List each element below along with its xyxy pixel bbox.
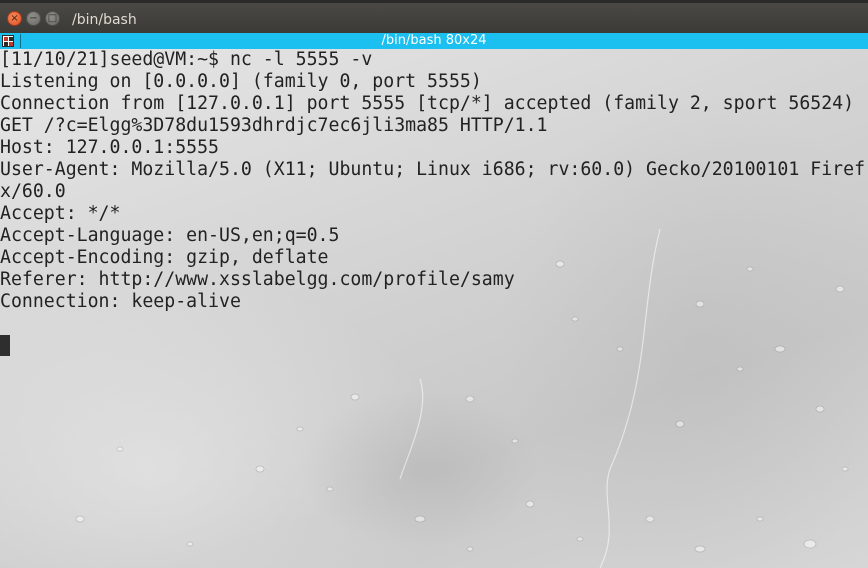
terminal-line: [11/10/21]seed@VM:~$ nc -l 5555 -v: [0, 49, 373, 70]
terminal-line: Accept-Encoding: gzip, deflate: [0, 247, 329, 268]
terminal-area[interactable]: [11/10/21]seed@VM:~$ nc -l 5555 -v Liste…: [0, 49, 868, 568]
terminal-cursor: [0, 335, 10, 356]
terminal-line: GET /?c=Elgg%3D78du1593dhrdjc7ec6jli3ma8…: [0, 115, 548, 136]
terminal-line: User-Agent: Mozilla/5.0 (X11; Ubuntu; Li…: [0, 159, 866, 180]
window-titlebar[interactable]: × − □ /bin/bash: [0, 0, 868, 33]
terminal-output: [11/10/21]seed@VM:~$ nc -l 5555 -v Liste…: [0, 49, 865, 357]
terminal-line: Referer: http://www.xsslabelgg.com/profi…: [0, 269, 515, 290]
terminal-line: Connection from [127.0.0.1] port 5555 [t…: [0, 93, 855, 114]
terminal-line: Host: 127.0.0.1:5555: [0, 137, 219, 158]
terminal-line: Accept-Language: en-US,en;q=0.5: [0, 225, 340, 246]
maximize-icon[interactable]: □: [45, 11, 60, 26]
terminal-line: x/60.0: [0, 181, 66, 202]
close-icon[interactable]: ×: [7, 11, 22, 26]
terminal-line: Listening on [0.0.0.0] (family 0, port 5…: [0, 71, 482, 92]
terminal-line: Accept: */*: [0, 203, 121, 224]
minimize-icon[interactable]: −: [26, 11, 41, 26]
terminal-line: Connection: keep-alive: [0, 291, 241, 312]
cursor-row: [0, 335, 865, 357]
terminal-tab-bar: /bin/bash 80x24: [0, 33, 868, 49]
window-title: /bin/bash: [72, 12, 137, 28]
tab-title: /bin/bash 80x24: [381, 33, 487, 48]
